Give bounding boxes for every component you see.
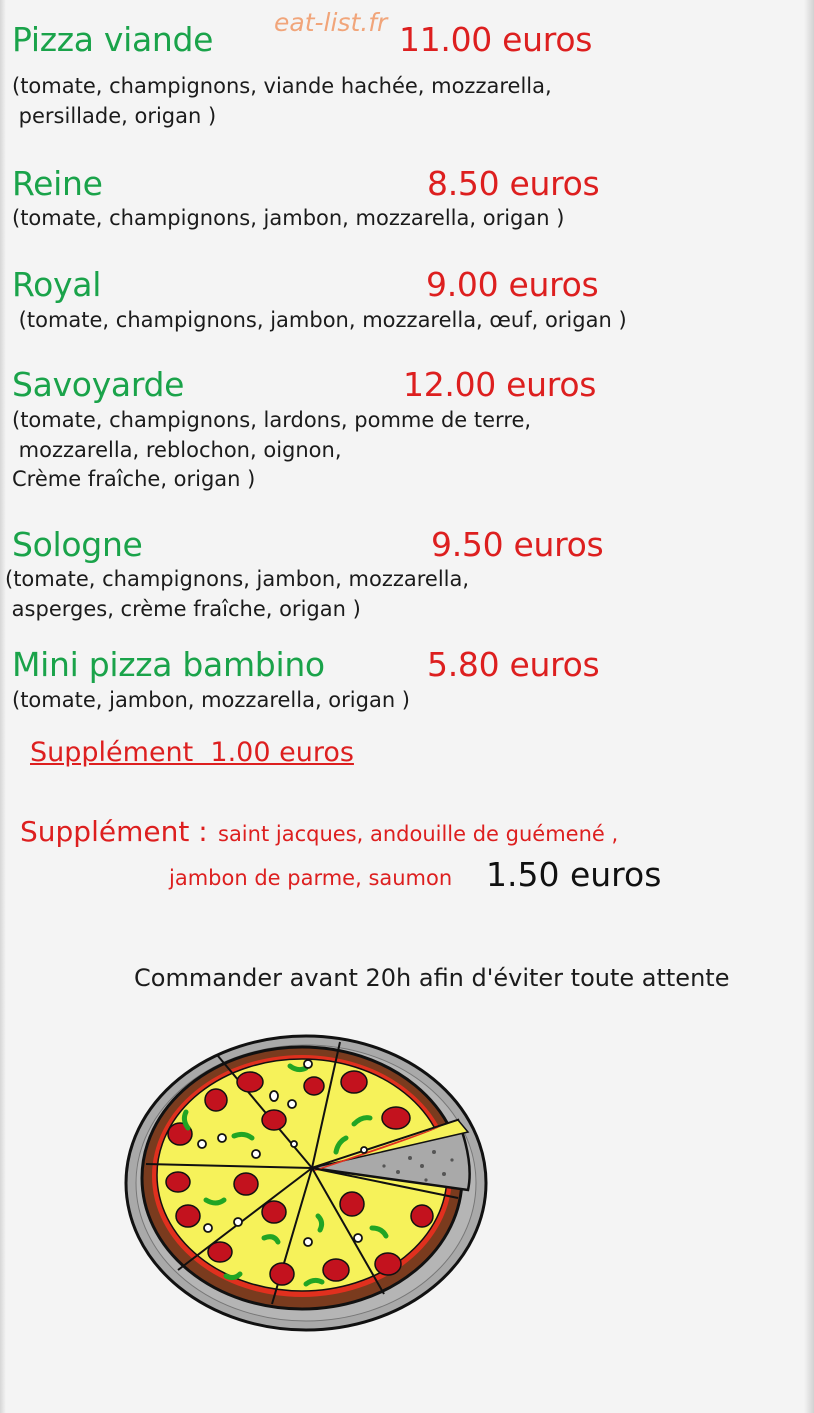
- menu-item-description: (tomate, champignons, lardons, pomme de …: [12, 406, 531, 495]
- supplement-premium-items: jambon de parme, saumon: [169, 866, 453, 890]
- description-line: persillade, origan ): [12, 103, 217, 128]
- order-notice: Commander avant 20h afin d'éviter toute …: [134, 964, 730, 992]
- menu-item-name: Pizza viande: [12, 20, 214, 59]
- description-line: mozzarella, reblochon, oignon,: [12, 437, 342, 462]
- page-edge-left: [0, 0, 6, 1413]
- menu-item-description: (tomate, champignons, viande hachée, moz…: [12, 72, 552, 131]
- supplement-premium-price: 1.50 euros: [486, 855, 662, 894]
- description-line: Crème fraîche, origan ): [12, 467, 256, 491]
- menu-item-price: 8.50 euros: [427, 164, 600, 203]
- menu-item-name: Savoyarde: [12, 365, 185, 404]
- menu-item-price: 11.00 euros: [399, 20, 593, 59]
- supplement-basic: Supplément 1.00 euros: [30, 737, 354, 768]
- description-line: (tomate, champignons, jambon, mozzarella…: [12, 206, 565, 230]
- menu-item-price: 9.50 euros: [431, 525, 604, 564]
- menu-item-name: Royal: [12, 265, 102, 304]
- description-line: (tomate, jambon, mozzarella, origan ): [12, 688, 410, 712]
- menu-item-price: 5.80 euros: [427, 645, 600, 684]
- menu-item-name: Sologne: [12, 525, 143, 564]
- supplement-premium-items: saint jacques, andouille de guémené ,: [218, 822, 619, 846]
- menu-item-description: (tomate, champignons, jambon, mozzarella…: [12, 306, 627, 336]
- menu-item-name: Mini pizza bambino: [12, 645, 325, 684]
- menu-item-price: 9.00 euros: [426, 265, 599, 304]
- menu-item-description: (tomate, champignons, jambon, mozzarella…: [5, 565, 469, 624]
- description-line: (tomate, champignons, jambon, mozzarella…: [12, 308, 627, 332]
- menu-item-description: (tomate, jambon, mozzarella, origan ): [12, 686, 410, 716]
- menu-item-name: Reine: [12, 164, 103, 203]
- watermark: eat-list.fr: [274, 8, 388, 37]
- description-line: asperges, crème fraîche, origan ): [5, 596, 361, 621]
- menu-item-price: 12.00 euros: [403, 365, 597, 404]
- pizza-icon: [124, 1034, 488, 1332]
- page-edge-right: [804, 0, 814, 1413]
- menu-item-description: (tomate, champignons, jambon, mozzarella…: [12, 204, 564, 234]
- description-line: (tomate, champignons, jambon, mozzarella…: [5, 567, 470, 591]
- description-line: (tomate, champignons, lardons, pomme de …: [12, 408, 532, 432]
- supplement-premium-label: Supplément :: [20, 815, 208, 848]
- description-line: (tomate, champignons, viande hachée, moz…: [12, 74, 552, 98]
